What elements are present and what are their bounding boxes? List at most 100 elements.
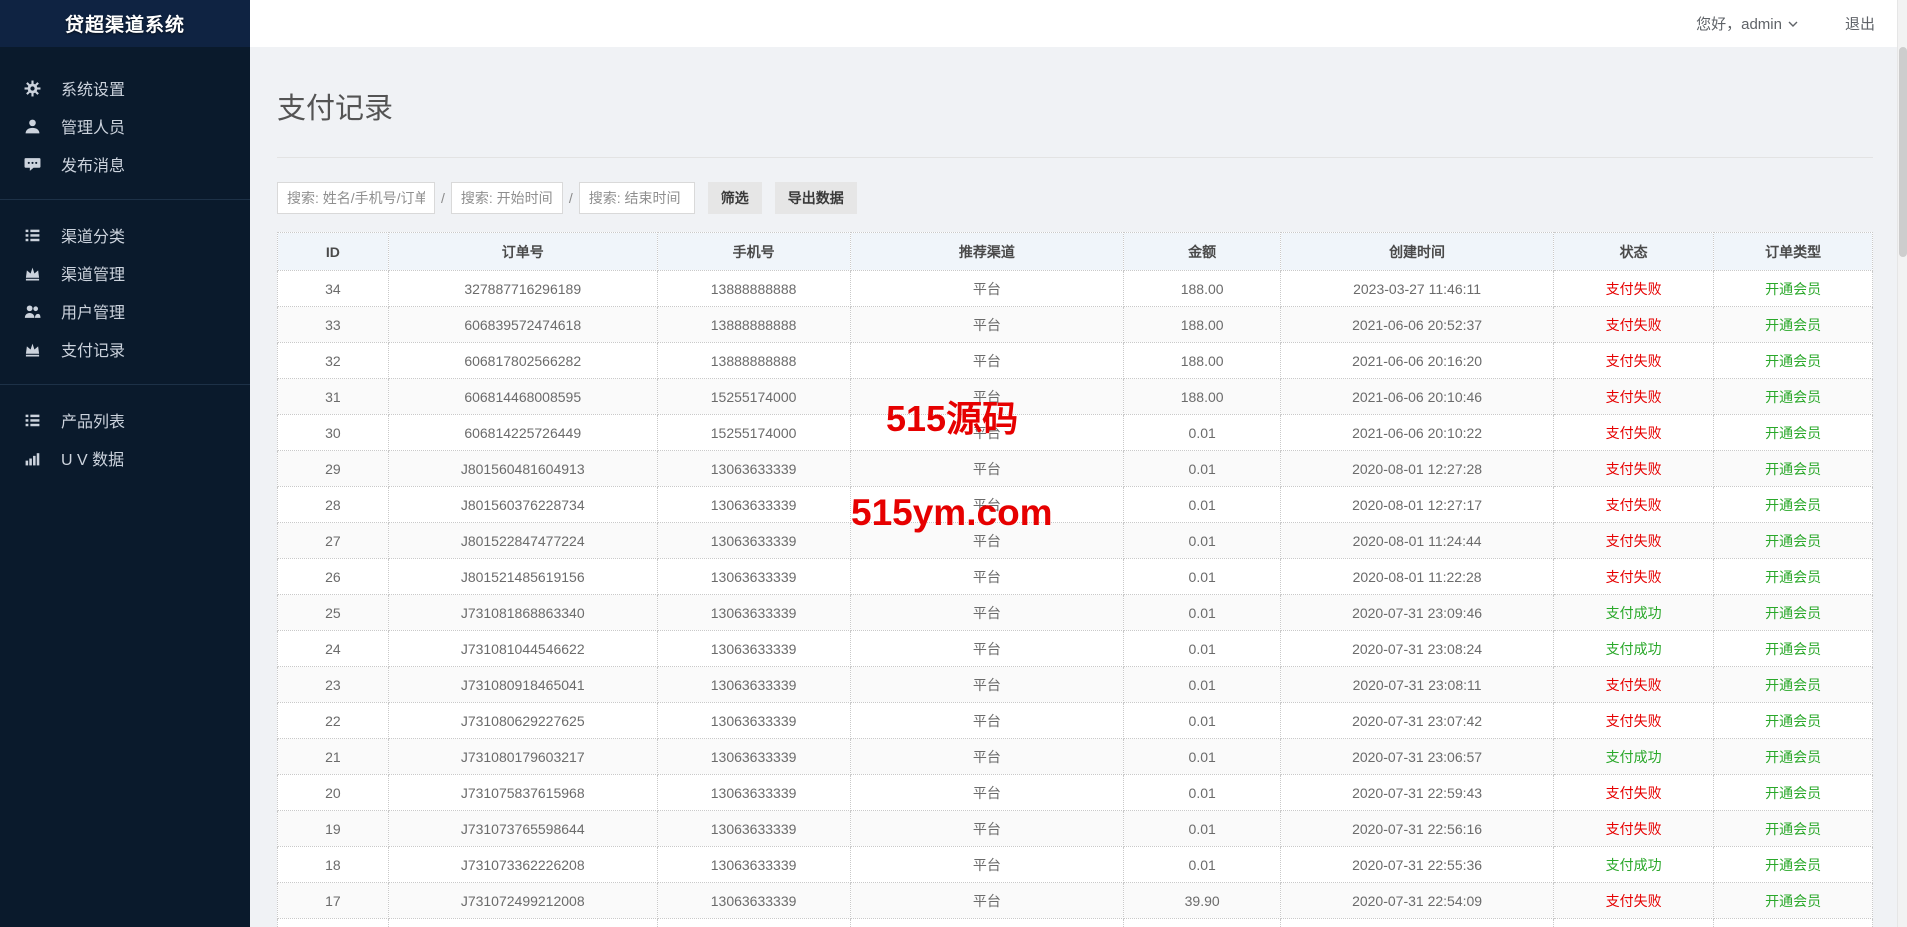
gear-icon [24,80,41,97]
cell-id: 20 [278,775,389,811]
cell-created: 2020-07-31 23:07:42 [1281,703,1554,739]
sidebar-divider [0,199,250,200]
sidebar-item-label: 渠道分类 [61,223,125,247]
cell-order_no: J731081868863340 [388,595,657,631]
filter-button[interactable]: 筛选 [708,182,762,214]
cell-amount: 188.00 [1124,343,1281,379]
cell-phone: 13888888888 [657,343,850,379]
cell-phone: 13063633339 [657,775,850,811]
cell-id: 23 [278,667,389,703]
cell-status: 支付失败 [1553,307,1713,343]
vertical-scrollbar[interactable] [1897,0,1907,927]
start-time-input[interactable] [451,182,563,214]
cell-type: 开通会员 [1714,775,1873,811]
cell-status: 支付成功 [1553,595,1713,631]
cell-amount: 0.01 [1124,847,1281,883]
bar-chart-icon [24,450,41,467]
sidebar-item-label: 用户管理 [61,299,125,323]
cell-created: 2020-08-01 12:27:28 [1281,451,1554,487]
cell-amount: 0.01 [1124,451,1281,487]
table-row: 3160681446800859515255174000平台188.002021… [278,379,1873,415]
cell-channel: 平台 [850,523,1124,559]
cell-order_no: J731080918465041 [388,667,657,703]
cell-phone: 13888888888 [657,271,850,307]
sidebar-item-crown[interactable]: 支付记录 [0,330,250,368]
page-title: 支付记录 [277,85,1873,127]
chevron-down-icon [1787,18,1799,30]
separator-slash: / [441,190,445,206]
cell-created: 2020-08-01 12:27:17 [1281,487,1554,523]
sidebar-item-crown[interactable]: 渠道管理 [0,254,250,292]
sidebar-item-bar-chart[interactable]: U V 数据 [0,439,250,477]
cell-type: 开通会员 [1714,451,1873,487]
cell-order_no: J801522847477224 [388,523,657,559]
cell-id: 17 [278,883,389,919]
cell-type: 开通会员 [1714,595,1873,631]
cell-status: 支付失败 [1553,775,1713,811]
message-icon [24,156,41,173]
cell-status: 支付失败 [1553,919,1713,927]
table-row: 18J73107336222620813063633339平台0.012020-… [278,847,1873,883]
cell-amount: 0.01 [1124,559,1281,595]
cell-channel: 平台 [850,595,1124,631]
sidebar-item-label: 管理人员 [61,114,125,138]
sidebar-item-message[interactable]: 发布消息 [0,145,250,183]
cell-status: 支付失败 [1553,451,1713,487]
sidebar-item-user[interactable]: 管理人员 [0,107,250,145]
cell-id: 34 [278,271,389,307]
crown-icon [24,341,41,358]
page-content: 支付记录 / / 筛选 导出数据 ID订单号手机号推荐渠道金额创建时间状态订单类… [250,85,1907,927]
cell-channel: 平台 [850,919,1124,927]
cell-id: 18 [278,847,389,883]
main-area: 您好，admin 退出 支付记录 / / 筛选 导出数据 [250,0,1907,927]
cell-amount: 188.00 [1124,307,1281,343]
cell-id: 31 [278,379,389,415]
cell-order_no: 606814225726449 [388,415,657,451]
cell-type: 开通会员 [1714,739,1873,775]
keyword-search-input[interactable] [277,182,435,214]
cell-created: 2020-07-31 23:09:46 [1281,595,1554,631]
cell-type: 开通会员 [1714,307,1873,343]
cell-channel: 平台 [850,631,1124,667]
cell-amount: 0.01 [1124,631,1281,667]
sidebar-item-list[interactable]: 产品列表 [0,401,250,439]
cell-type: 开通会员 [1714,883,1873,919]
cell-type: 开通会员 [1714,487,1873,523]
sidebar-item-gear[interactable]: 系统设置 [0,69,250,107]
cell-id: 32 [278,343,389,379]
export-data-button[interactable]: 导出数据 [775,182,857,214]
cell-order_no: J731073362226208 [388,847,657,883]
cell-created: 2021-06-06 20:10:46 [1281,379,1554,415]
cell-phone: 13063633339 [657,667,850,703]
cell-id: 30 [278,415,389,451]
cell-phone: 13888888888 [657,307,850,343]
cell-order_no: J731914951181177 [388,919,657,927]
cell-created: 2021-06-06 20:16:20 [1281,343,1554,379]
cell-amount: 0.01 [1124,595,1281,631]
cell-amount: 0.01 [1124,739,1281,775]
cell-order_no: J731081044546622 [388,631,657,667]
cell-channel: 平台 [850,811,1124,847]
sidebar-item-list[interactable]: 渠道分类 [0,216,250,254]
cell-order_no: J731073765598644 [388,811,657,847]
user-menu[interactable]: 您好，admin [1696,13,1799,34]
cell-order_no: 606839572474618 [388,307,657,343]
column-header: 创建时间 [1281,233,1554,271]
logout-button[interactable]: 退出 [1845,13,1875,34]
end-time-input[interactable] [579,182,695,214]
cell-channel: 平台 [850,667,1124,703]
table-row: 3060681422572644915255174000平台0.012021-0… [278,415,1873,451]
cell-id: 27 [278,523,389,559]
cell-channel: 平台 [850,487,1124,523]
list-icon [24,412,41,429]
table-row: 26J80152148561915613063633339平台0.012020-… [278,559,1873,595]
cell-status: 支付失败 [1553,415,1713,451]
cell-created: 2020-07-31 22:54:09 [1281,883,1554,919]
table-row: 3260681780256628213888888888平台188.002021… [278,343,1873,379]
users-icon [24,303,41,320]
scrollbar-thumb[interactable] [1899,47,1907,257]
cell-order_no: J731075837615968 [388,775,657,811]
cell-status: 支付失败 [1553,559,1713,595]
sidebar-item-users[interactable]: 用户管理 [0,292,250,330]
cell-amount: 0.01 [1124,703,1281,739]
